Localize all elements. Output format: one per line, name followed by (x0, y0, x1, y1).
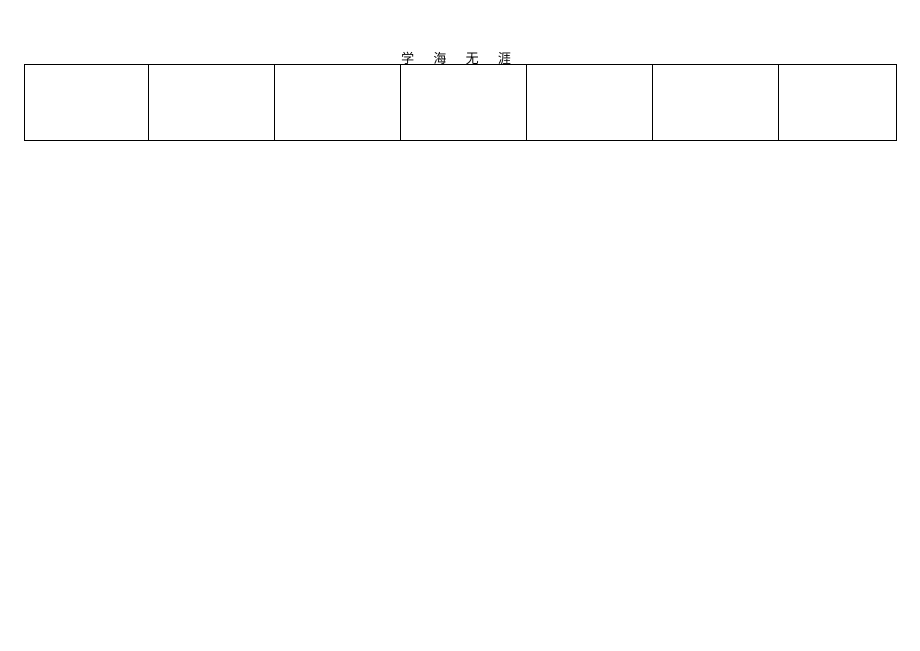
table-row (25, 65, 897, 141)
table-cell (401, 65, 527, 141)
table-cell (779, 65, 897, 141)
table-cell (25, 65, 149, 141)
table-cell (275, 65, 401, 141)
table-container (24, 64, 896, 141)
table-cell (653, 65, 779, 141)
table-cell (149, 65, 275, 141)
document-table (24, 64, 897, 141)
table-cell (527, 65, 653, 141)
